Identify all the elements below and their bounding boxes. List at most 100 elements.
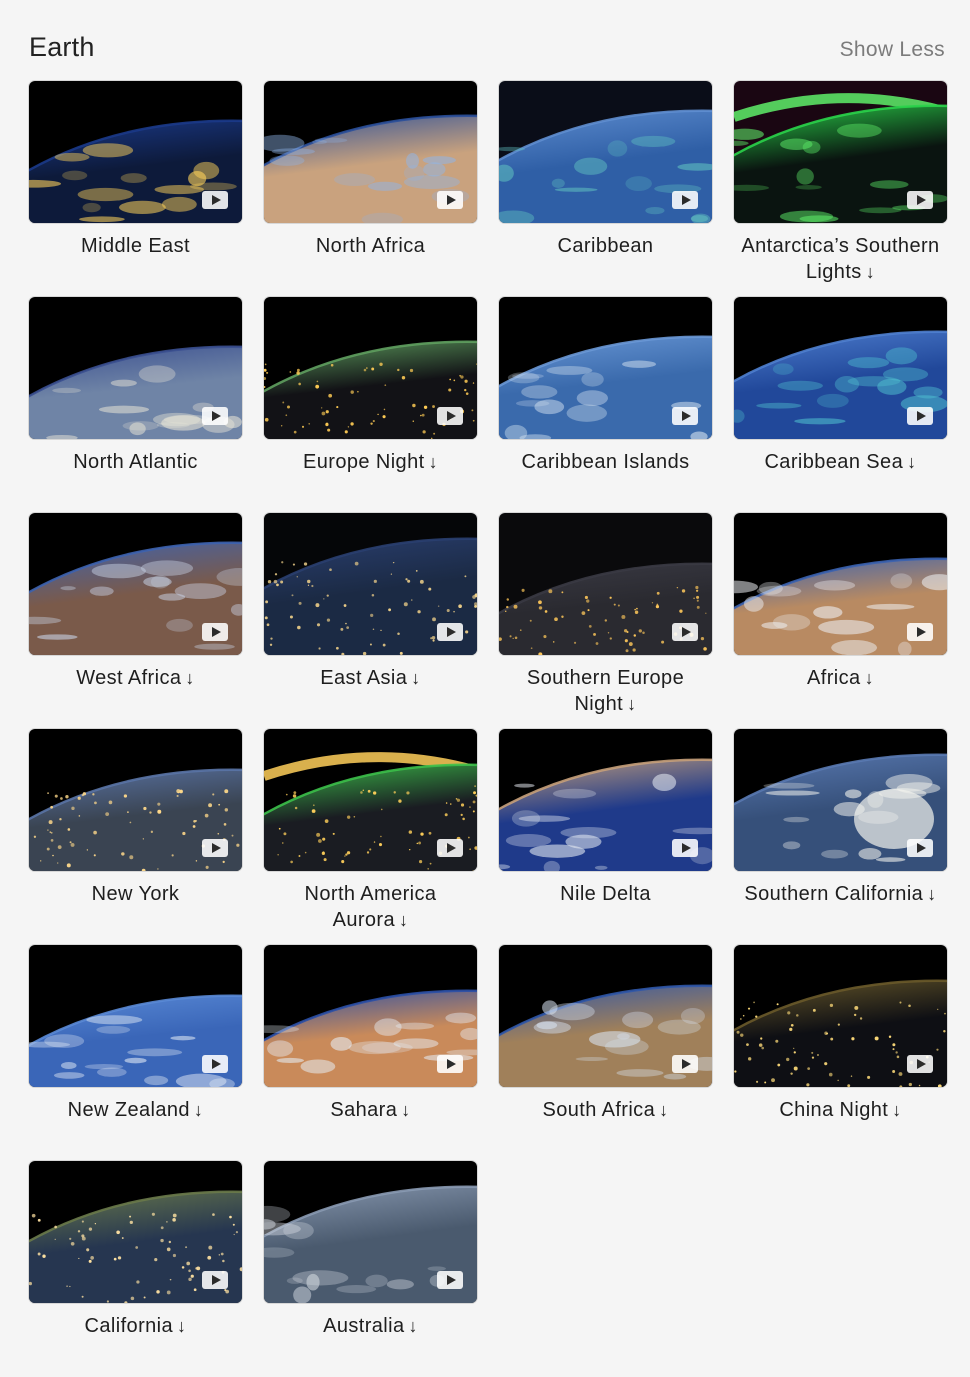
earth-thumbnail[interactable] — [499, 513, 712, 655]
tile-name: East Asia — [320, 667, 408, 689]
download-arrow-icon[interactable]: ↓ — [892, 1100, 901, 1120]
screensaver-tile[interactable]: New Zealand ↓ — [29, 945, 242, 1161]
video-play-icon — [437, 191, 463, 209]
tile-label: Nile Delta — [499, 881, 712, 907]
video-play-icon — [202, 1055, 228, 1073]
download-arrow-icon[interactable]: ↓ — [194, 1100, 203, 1120]
screensaver-tile[interactable]: Caribbean Sea ↓ — [734, 297, 947, 513]
earth-thumbnail[interactable] — [29, 729, 242, 871]
earth-thumbnail[interactable] — [734, 81, 947, 223]
download-arrow-icon[interactable]: ↓ — [177, 1316, 186, 1336]
screensaver-tile[interactable]: North Atlantic — [29, 297, 242, 513]
download-arrow-icon[interactable]: ↓ — [659, 1100, 668, 1120]
tile-name: North Africa — [315, 235, 426, 257]
show-less-button[interactable]: Show Less — [840, 38, 945, 62]
download-arrow-icon[interactable]: ↓ — [399, 910, 408, 930]
video-play-icon — [672, 191, 698, 209]
screensaver-tile[interactable]: Sahara ↓ — [264, 945, 477, 1161]
tile-name: California — [84, 1315, 174, 1337]
video-play-icon — [672, 1055, 698, 1073]
earth-thumbnail[interactable] — [734, 729, 947, 871]
tile-name: North Atlantic — [73, 451, 198, 473]
screensaver-tile[interactable]: California ↓ — [29, 1161, 242, 1377]
tile-name: New Zealand — [67, 1099, 190, 1121]
download-arrow-icon[interactable]: ↓ — [866, 262, 875, 282]
earth-thumbnail[interactable] — [264, 1161, 477, 1303]
earth-thumbnail[interactable] — [734, 945, 947, 1087]
screensaver-tile[interactable]: South Africa ↓ — [499, 945, 712, 1161]
tile-label: East Asia ↓ — [264, 665, 477, 691]
download-arrow-icon[interactable]: ↓ — [185, 668, 194, 688]
tile-label: Sahara ↓ — [264, 1097, 477, 1123]
earth-thumbnail[interactable] — [29, 945, 242, 1087]
tile-label: California ↓ — [29, 1313, 242, 1339]
earth-thumbnail[interactable] — [264, 513, 477, 655]
screensaver-tile[interactable]: Europe Night ↓ — [264, 297, 477, 513]
download-arrow-icon[interactable]: ↓ — [907, 452, 916, 472]
download-arrow-icon[interactable]: ↓ — [409, 1316, 418, 1336]
earth-thumbnail[interactable] — [264, 729, 477, 871]
earth-thumbnail[interactable] — [734, 297, 947, 439]
screensaver-tile[interactable]: Caribbean — [499, 81, 712, 297]
tile-label: Australia ↓ — [264, 1313, 477, 1339]
earth-thumbnail[interactable] — [29, 513, 242, 655]
tile-name: North America Aurora — [304, 883, 437, 931]
download-arrow-icon[interactable]: ↓ — [627, 694, 636, 714]
earth-thumbnail[interactable] — [264, 297, 477, 439]
tile-label: New York — [29, 881, 242, 907]
tile-label: Caribbean Sea ↓ — [734, 449, 947, 475]
tile-name: Middle East — [81, 235, 190, 257]
video-play-icon — [672, 623, 698, 641]
section-title: Earth — [29, 32, 95, 62]
earth-thumbnail[interactable] — [29, 1161, 242, 1303]
screensaver-tile[interactable]: New York — [29, 729, 242, 945]
tile-name: China Night — [779, 1099, 889, 1121]
screensaver-tile[interactable]: Southern Europe Night ↓ — [499, 513, 712, 729]
screensaver-tile[interactable]: North America Aurora ↓ — [264, 729, 477, 945]
download-arrow-icon[interactable]: ↓ — [401, 1100, 410, 1120]
download-arrow-icon[interactable]: ↓ — [865, 668, 874, 688]
download-arrow-icon[interactable]: ↓ — [411, 668, 420, 688]
tile-name: Europe Night — [303, 451, 425, 473]
tile-label: China Night ↓ — [734, 1097, 947, 1123]
screensaver-tile[interactable]: China Night ↓ — [734, 945, 947, 1161]
video-play-icon — [437, 1055, 463, 1073]
tile-label: Europe Night ↓ — [264, 449, 477, 475]
tile-name: Australia — [323, 1315, 405, 1337]
download-arrow-icon[interactable]: ↓ — [927, 884, 936, 904]
screensaver-tile[interactable]: North Africa — [264, 81, 477, 297]
tile-label: Middle East — [29, 233, 242, 259]
tile-label: Southern California ↓ — [734, 881, 947, 907]
earth-thumbnail[interactable] — [264, 945, 477, 1087]
earth-thumbnail[interactable] — [734, 513, 947, 655]
download-arrow-icon[interactable]: ↓ — [429, 452, 438, 472]
video-play-icon — [907, 191, 933, 209]
screensaver-tile[interactable]: Australia ↓ — [264, 1161, 477, 1377]
screensaver-tile[interactable]: Antarctica’s Southern Lights ↓ — [734, 81, 947, 297]
tile-label: South Africa ↓ — [499, 1097, 712, 1123]
earth-thumbnail[interactable] — [264, 81, 477, 223]
earth-thumbnail[interactable] — [499, 945, 712, 1087]
earth-thumbnail[interactable] — [29, 81, 242, 223]
tile-label: Southern Europe Night ↓ — [499, 665, 712, 717]
earth-thumbnail[interactable] — [499, 81, 712, 223]
screensaver-tile[interactable]: Africa ↓ — [734, 513, 947, 729]
video-play-icon — [202, 1271, 228, 1289]
video-play-icon — [202, 191, 228, 209]
earth-thumbnail[interactable] — [29, 297, 242, 439]
tile-label: North America Aurora ↓ — [264, 881, 477, 933]
video-play-icon — [672, 839, 698, 857]
tile-label: West Africa ↓ — [29, 665, 242, 691]
screensaver-tile[interactable]: Middle East — [29, 81, 242, 297]
earth-thumbnail[interactable] — [499, 297, 712, 439]
screensaver-tile[interactable]: Nile Delta — [499, 729, 712, 945]
tile-name: Southern Europe Night — [526, 667, 685, 715]
screensaver-grid: Middle East North Africa Caribbean Antarcti… — [29, 81, 947, 1377]
tile-label: New Zealand ↓ — [29, 1097, 242, 1123]
screensaver-tile[interactable]: East Asia ↓ — [264, 513, 477, 729]
screensaver-tile[interactable]: West Africa ↓ — [29, 513, 242, 729]
screensaver-tile[interactable]: Southern California ↓ — [734, 729, 947, 945]
tile-name: New York — [91, 883, 180, 905]
earth-thumbnail[interactable] — [499, 729, 712, 871]
screensaver-tile[interactable]: Caribbean Islands — [499, 297, 712, 513]
